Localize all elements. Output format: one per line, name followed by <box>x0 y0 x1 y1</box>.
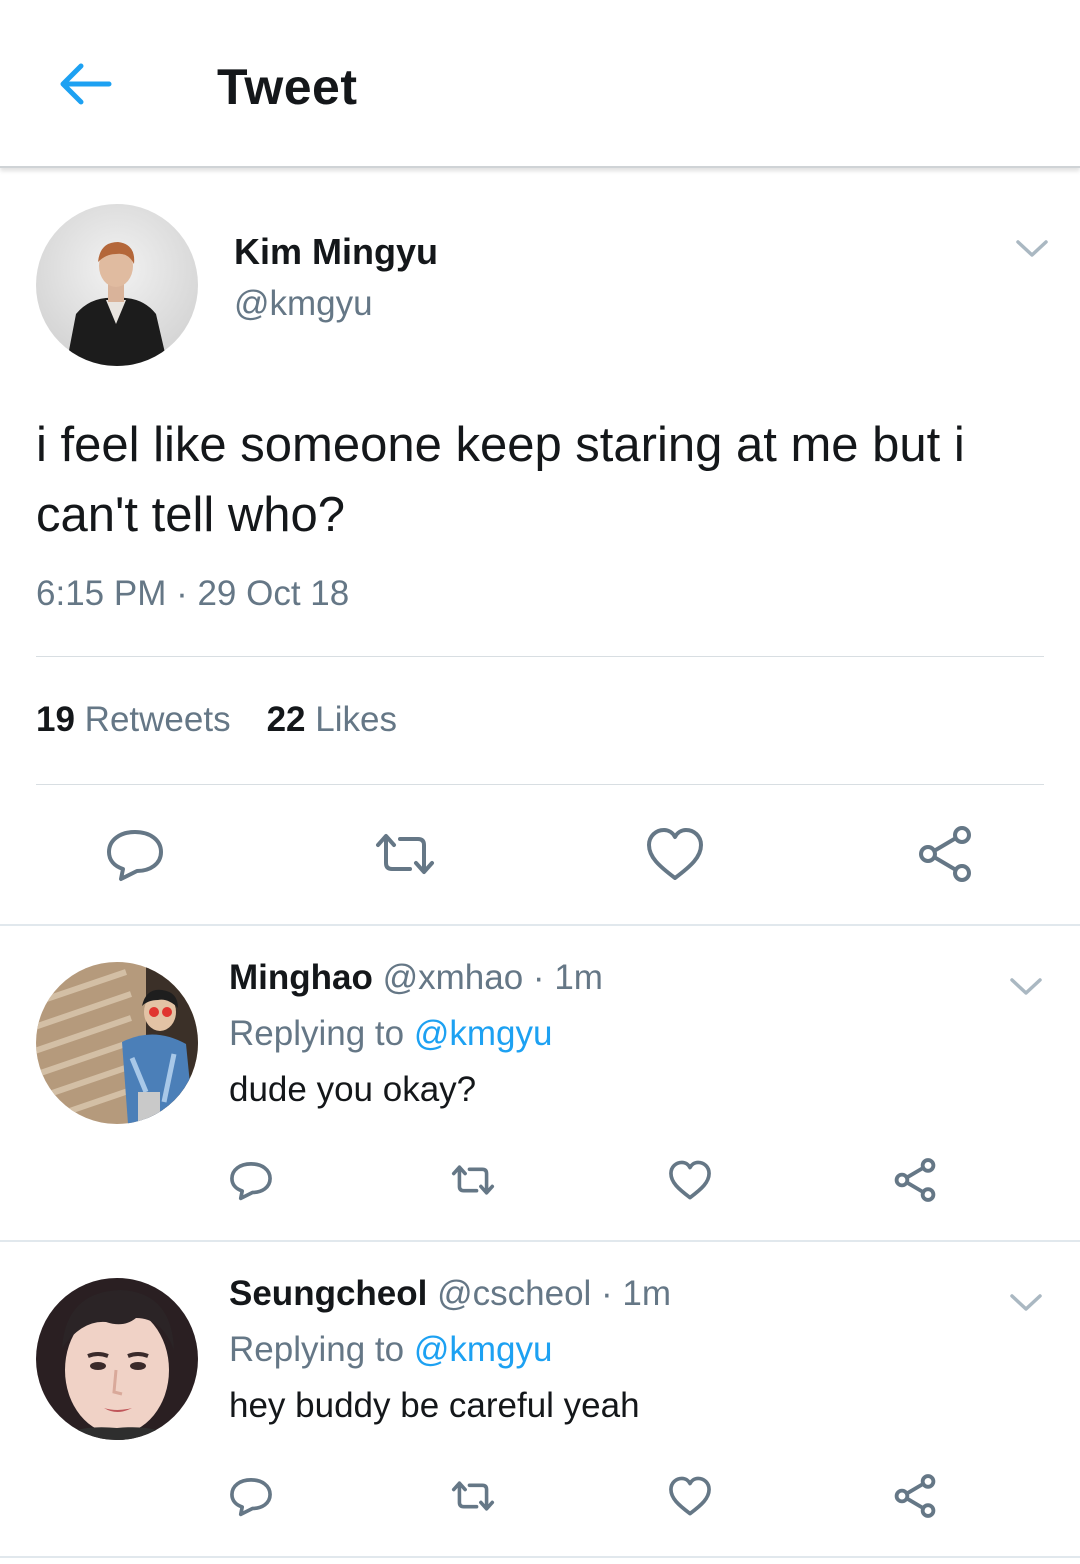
like-button[interactable] <box>665 1156 715 1204</box>
reply-time: 1m <box>622 1274 672 1313</box>
retweet-button[interactable] <box>446 1472 500 1520</box>
reply-icon <box>107 830 163 881</box>
reply-text: hey buddy be careful yeah <box>229 1386 640 1425</box>
back-button[interactable] <box>50 52 120 116</box>
avatar-minghao[interactable] <box>36 962 198 1124</box>
section-divider <box>0 1556 1080 1558</box>
avatar-seungcheol[interactable] <box>36 1278 198 1440</box>
reply-author-name[interactable]: Seungcheol <box>229 1274 427 1313</box>
reply-header: Minghao @xmhao · 1m <box>229 958 603 997</box>
reply-icon <box>230 1478 272 1517</box>
reply-icon <box>230 1162 272 1201</box>
likes-label: Likes <box>315 700 397 739</box>
like-button[interactable] <box>641 822 709 886</box>
author-name[interactable]: Kim Mingyu <box>234 231 438 273</box>
divider <box>36 656 1044 657</box>
reply-text: dude you okay? <box>229 1070 477 1109</box>
tweet-date: 29 Oct 18 <box>197 574 350 613</box>
tweet-time: 6:15 PM <box>36 574 167 613</box>
reply-button[interactable] <box>100 822 170 886</box>
reply-author-handle[interactable]: @cscheol <box>437 1274 591 1313</box>
heart-icon <box>669 1160 711 1200</box>
share-button[interactable] <box>888 1154 942 1206</box>
page-title: Tweet <box>217 59 358 115</box>
tweet-timestamp: 6:15 PM · 29 Oct 18 <box>36 574 350 613</box>
chevron-down-icon[interactable] <box>1008 974 1044 1000</box>
chevron-down-icon[interactable] <box>1008 1290 1044 1316</box>
chevron-down-icon[interactable] <box>1014 236 1050 262</box>
retweets-count: 19 <box>36 700 75 739</box>
replying-to: Replying to @kmgyu <box>229 1330 552 1370</box>
share-icon <box>894 1158 936 1202</box>
retweet-icon <box>451 1165 495 1195</box>
likes-stat[interactable]: 22 Likes <box>267 700 397 739</box>
app-header: Tweet <box>0 0 1080 168</box>
share-button[interactable] <box>910 822 980 886</box>
divider <box>36 784 1044 785</box>
reply-author-name[interactable]: Minghao <box>229 958 373 997</box>
section-divider <box>0 924 1080 926</box>
replying-to: Replying to @kmgyu <box>229 1014 552 1054</box>
retweets-stat[interactable]: 19 Retweets <box>36 700 231 739</box>
avatar-kim-mingyu[interactable] <box>36 204 198 366</box>
tweet-stats: 19 Retweets 22 Likes <box>36 700 397 740</box>
share-icon <box>894 1474 936 1518</box>
reply-author-handle[interactable]: @xmhao <box>383 958 524 997</box>
retweets-label: Retweets <box>84 700 231 739</box>
replying-to-link[interactable]: @kmgyu <box>414 1014 553 1053</box>
share-icon <box>919 826 971 882</box>
reply-button[interactable] <box>226 1472 276 1520</box>
author-handle[interactable]: @kmgyu <box>234 284 373 324</box>
reply-time: 1m <box>554 958 603 997</box>
likes-count: 22 <box>266 700 306 739</box>
tweet-text: i feel like someone keep staring at me b… <box>36 418 965 542</box>
heart-icon <box>669 1476 711 1516</box>
arrow-left-icon <box>60 63 112 105</box>
retweet-icon <box>451 1481 495 1511</box>
section-divider <box>0 1240 1080 1242</box>
reply-header: Seungcheol @cscheol · 1m <box>229 1274 672 1313</box>
replying-to-label: Replying to <box>229 1014 405 1053</box>
replying-to-link[interactable]: @kmgyu <box>414 1330 553 1369</box>
retweet-button[interactable] <box>368 822 442 886</box>
retweet-button[interactable] <box>446 1156 500 1204</box>
reply-button[interactable] <box>226 1156 276 1204</box>
retweet-icon <box>376 834 434 874</box>
share-button[interactable] <box>888 1470 942 1522</box>
heart-icon <box>647 828 703 880</box>
replying-to-label: Replying to <box>229 1330 405 1369</box>
like-button[interactable] <box>665 1472 715 1520</box>
